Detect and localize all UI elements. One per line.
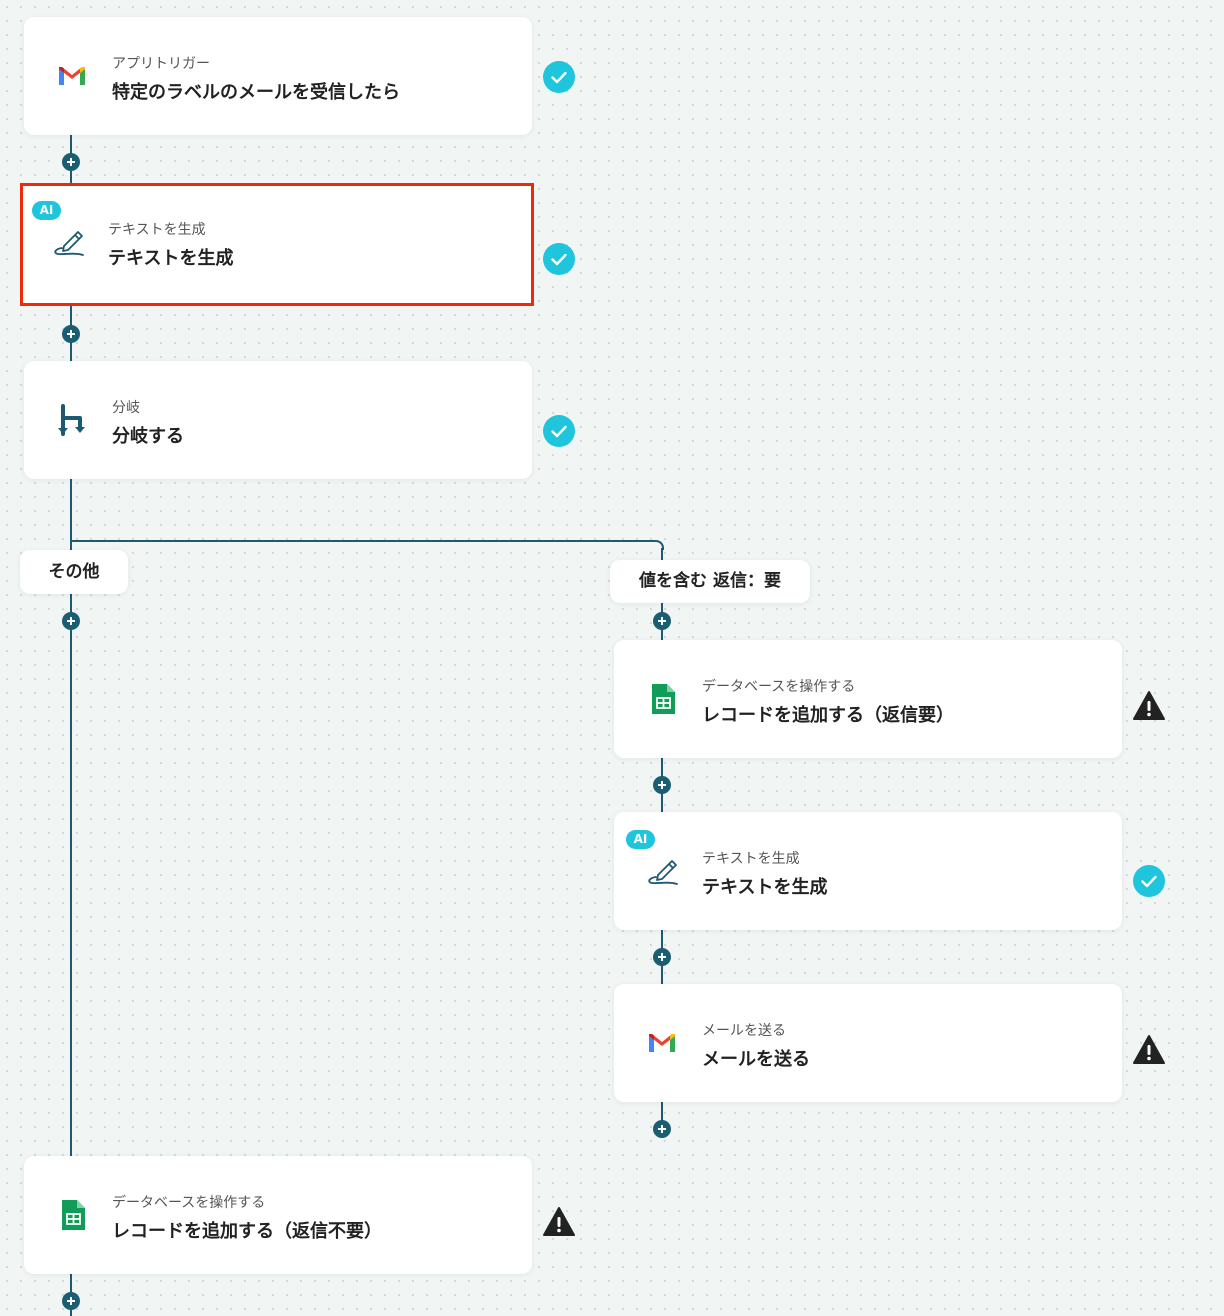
step-type-label: アプリトリガー (112, 56, 210, 72)
warning-icon (1133, 1034, 1165, 1066)
step-title: テキストを生成 (702, 877, 828, 898)
ai-badge: AI (626, 830, 655, 849)
step-card-db-reply-not-required[interactable]: データベースを操作する レコードを追加する（返信不要） (24, 1156, 532, 1274)
add-step-button[interactable] (653, 776, 671, 794)
step-title: 特定のラベルのメールを受信したら (112, 82, 400, 103)
gmail-icon (54, 58, 90, 94)
step-title: テキストを生成 (108, 248, 234, 269)
step-title: メールを送る (702, 1049, 810, 1070)
branch-label-other[interactable]: その他 (20, 550, 128, 594)
add-step-button[interactable] (653, 948, 671, 966)
branch-label-condition[interactable]: 値を含む 返信：要 (610, 560, 810, 603)
add-step-button[interactable] (62, 325, 80, 343)
step-card-ai-text-2[interactable]: AI テキストを生成 テキストを生成 (614, 812, 1122, 930)
step-type-label: データベースを操作する (702, 679, 856, 695)
pen-icon (644, 853, 680, 889)
warning-icon (543, 1206, 575, 1238)
sheets-icon (644, 681, 680, 717)
step-type-label: メールを送る (702, 1023, 786, 1039)
step-card-db-reply-required[interactable]: データベースを操作する レコードを追加する（返信要） (614, 640, 1122, 758)
sheets-icon (54, 1197, 90, 1233)
step-card-branch[interactable]: 分岐 分岐する (24, 361, 532, 479)
add-step-button[interactable] (62, 1292, 80, 1310)
connector-main (70, 134, 72, 1316)
step-type-label: テキストを生成 (702, 851, 800, 867)
step-type-label: 分岐 (112, 400, 140, 416)
step-title: レコードを追加する（返信不要） (112, 1221, 382, 1242)
branch-icon (54, 402, 90, 438)
success-check-icon (543, 61, 575, 93)
success-check-icon (543, 415, 575, 447)
step-type-label: テキストを生成 (108, 222, 206, 238)
connector-branch-horizontal (70, 540, 654, 542)
success-check-icon (1133, 865, 1165, 897)
step-card-ai-text[interactable]: AI テキストを生成 テキストを生成 (20, 183, 534, 306)
success-check-icon (543, 243, 575, 275)
step-card-send-mail[interactable]: メールを送る メールを送る (614, 984, 1122, 1102)
add-step-button[interactable] (62, 153, 80, 171)
add-step-button[interactable] (62, 612, 80, 630)
warning-icon (1133, 690, 1165, 722)
add-step-button[interactable] (653, 1120, 671, 1138)
step-title: 分岐する (112, 426, 184, 447)
add-step-button[interactable] (653, 612, 671, 630)
gmail-icon (644, 1025, 680, 1061)
step-card-trigger[interactable]: アプリトリガー 特定のラベルのメールを受信したら (24, 17, 532, 135)
step-title: レコードを追加する（返信要） (702, 705, 954, 726)
ai-badge: AI (32, 201, 61, 220)
step-type-label: データベースを操作する (112, 1195, 266, 1211)
pen-icon (50, 224, 86, 260)
